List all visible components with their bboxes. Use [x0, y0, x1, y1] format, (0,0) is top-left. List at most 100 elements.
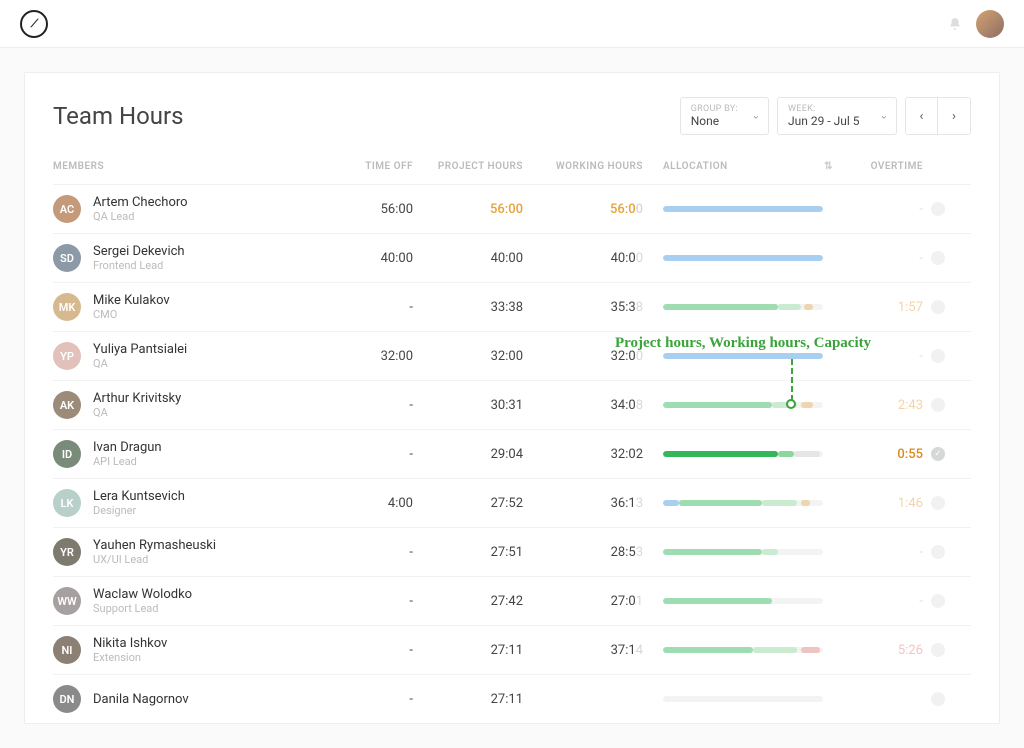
project-hours-value: 27:11	[413, 643, 523, 658]
group-by-label: GROUP BY:	[691, 104, 738, 114]
status-indicator[interactable]	[923, 692, 953, 706]
col-working-hours[interactable]: Working Hours	[523, 161, 643, 172]
timeoff-value: 56:00	[333, 202, 413, 217]
member-name: Artem Chechoro	[93, 195, 188, 210]
circle-icon	[931, 594, 945, 608]
table-row[interactable]: NINikita IshkovExtension-27:1137:145:26	[53, 625, 971, 674]
member-name: Ivan Dragun	[93, 440, 162, 455]
status-indicator[interactable]	[923, 643, 953, 657]
check-icon: ✓	[931, 447, 945, 461]
overtime-value: -	[833, 202, 923, 217]
table-row[interactable]: MKMike KulakovCMO-33:3835:381:57	[53, 282, 971, 331]
member-avatar: SD	[53, 244, 81, 272]
member-avatar: MK	[53, 293, 81, 321]
member-name: Sergei Dekevich	[93, 244, 185, 259]
table-row[interactable]: AKArthur KrivitskyQA-30:3134:082:43	[53, 380, 971, 429]
prev-week-button[interactable]: ‹	[906, 98, 938, 134]
team-hours-card: Team Hours GROUP BY: None ⌄ WEEK: Jun 29…	[24, 72, 1000, 724]
col-allocation[interactable]: Allocation ⇅	[643, 161, 833, 172]
timeoff-value: -	[333, 594, 413, 609]
col-members[interactable]: Members	[53, 161, 333, 172]
member-name: Danila Nagornov	[93, 692, 189, 707]
table-row[interactable]: DNDanila Nagornov-27:11	[53, 674, 971, 723]
allocation-cell	[643, 353, 833, 359]
member-role: Support Lead	[93, 602, 192, 615]
chevron-left-icon: ‹	[920, 109, 924, 124]
member-name: Lera Kuntsevich	[93, 489, 185, 504]
member-role: UX/UI Lead	[93, 553, 216, 566]
col-overtime[interactable]: Overtime	[833, 161, 923, 172]
status-indicator[interactable]	[923, 349, 953, 363]
status-indicator[interactable]: ✓	[923, 447, 953, 461]
app-logo-icon[interactable]: ⟋	[20, 10, 48, 38]
member-role: QA	[93, 357, 187, 370]
week-select[interactable]: WEEK: Jun 29 - Jul 5 ⌄	[777, 97, 897, 135]
circle-icon	[931, 202, 945, 216]
allocation-segment	[801, 647, 820, 653]
timeoff-value: -	[333, 545, 413, 560]
working-hours-value: 36:13	[523, 496, 643, 511]
member-role: CMO	[93, 308, 170, 321]
allocation-segment	[663, 255, 823, 261]
group-by-value: None	[691, 114, 738, 128]
member-name: Yuliya Pantsialei	[93, 342, 187, 357]
status-indicator[interactable]	[923, 398, 953, 412]
notification-bell-icon[interactable]	[948, 17, 962, 31]
table-row[interactable]: LKLera KuntsevichDesigner4:0027:5236:131…	[53, 478, 971, 527]
member-name: Arthur Krivitsky	[93, 391, 181, 406]
week-label: WEEK:	[788, 104, 866, 114]
member-cell: YPYuliya PantsialeiQA	[53, 342, 333, 370]
user-avatar[interactable]	[976, 10, 1004, 38]
working-hours-value: 56:00	[523, 202, 643, 217]
table-row[interactable]: IDIvan DragunAPI Lead-29:0432:020:55✓	[53, 429, 971, 478]
allocation-bar	[663, 549, 823, 555]
overtime-value: -	[833, 545, 923, 560]
group-by-select[interactable]: GROUP BY: None ⌄	[680, 97, 769, 135]
allocation-cell	[643, 549, 833, 555]
allocation-segment	[663, 353, 823, 359]
timeoff-value: -	[333, 692, 413, 707]
col-project-hours[interactable]: Project Hours	[413, 161, 523, 172]
member-cell: NINikita IshkovExtension	[53, 636, 333, 664]
working-hours-value: 27:01	[523, 594, 643, 609]
next-week-button[interactable]: ›	[938, 98, 970, 134]
member-avatar: NI	[53, 636, 81, 664]
timeoff-value: -	[333, 300, 413, 315]
allocation-cell	[643, 451, 833, 457]
member-name: Nikita Ishkov	[93, 636, 167, 651]
project-hours-value: 56:00	[413, 202, 523, 217]
allocation-bar	[663, 500, 823, 506]
allocation-segment	[801, 402, 814, 408]
table-row[interactable]: YPYuliya PantsialeiQA32:0032:0032:00-	[53, 331, 971, 380]
allocation-cell	[643, 696, 833, 702]
col-timeoff[interactable]: Time Off	[333, 161, 413, 172]
allocation-cell	[643, 647, 833, 653]
table-row[interactable]: YRYauhen RymasheuskiUX/UI Lead-27:5128:5…	[53, 527, 971, 576]
member-role: QA Lead	[93, 210, 188, 223]
member-cell: AKArthur KrivitskyQA	[53, 391, 333, 419]
allocation-bar	[663, 255, 823, 261]
table-row[interactable]: WWWaclaw WolodkoSupport Lead-27:4227:01-	[53, 576, 971, 625]
status-indicator[interactable]	[923, 202, 953, 216]
status-indicator[interactable]	[923, 300, 953, 314]
timeoff-value: -	[333, 447, 413, 462]
allocation-segment	[663, 647, 753, 653]
project-hours-value: 30:31	[413, 398, 523, 413]
status-indicator[interactable]	[923, 594, 953, 608]
status-indicator[interactable]	[923, 251, 953, 265]
allocation-segment	[778, 304, 800, 310]
table-row[interactable]: ACArtem ChechoroQA Lead56:0056:0056:00-	[53, 184, 971, 233]
working-hours-value: 28:53	[523, 545, 643, 560]
timeoff-value: 4:00	[333, 496, 413, 511]
allocation-segment	[663, 304, 778, 310]
member-avatar: WW	[53, 587, 81, 615]
allocation-cell	[643, 598, 833, 604]
overtime-value: 2:43	[833, 398, 923, 413]
working-hours-value: 32:00	[523, 349, 643, 364]
status-indicator[interactable]	[923, 545, 953, 559]
member-avatar: DN	[53, 685, 81, 713]
status-indicator[interactable]	[923, 496, 953, 510]
table-row[interactable]: SDSergei DekevichFrontend Lead40:0040:00…	[53, 233, 971, 282]
working-hours-value: 34:08	[523, 398, 643, 413]
member-cell: LKLera KuntsevichDesigner	[53, 489, 333, 517]
